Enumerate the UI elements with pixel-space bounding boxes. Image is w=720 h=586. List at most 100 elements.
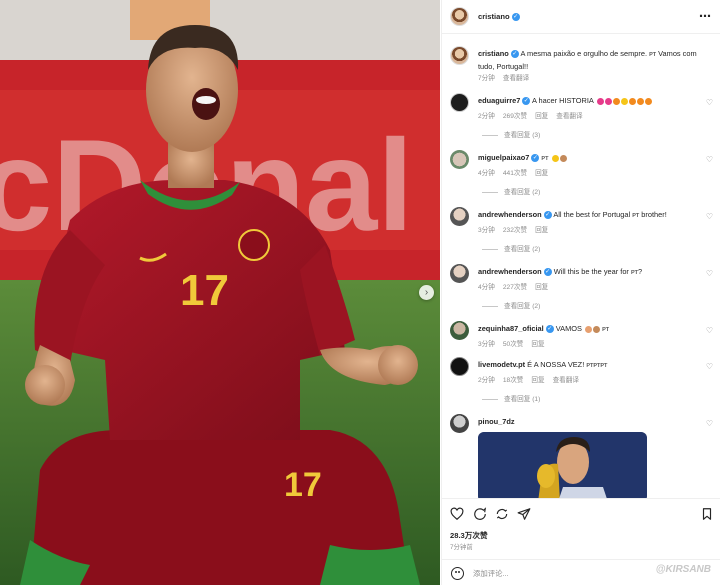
comment-time: 4分钟: [478, 170, 495, 177]
caption-username[interactable]: cristiano: [478, 49, 509, 58]
reply-button[interactable]: 回复: [531, 377, 544, 384]
next-image-button[interactable]: ›: [419, 285, 434, 300]
comment-likes[interactable]: 232次赞: [503, 227, 527, 234]
view-replies-button[interactable]: 查看回复 (2): [482, 186, 540, 196]
post-likes-count[interactable]: 28.3万次赞: [450, 530, 488, 541]
post-photo: cDonal 17 17: [0, 0, 440, 585]
post-actions-bar: 28.3万次赞 7分钟前 添加评论... @KIRSANB: [442, 498, 720, 585]
fire-emoji-icon: [644, 97, 652, 105]
post-side-panel: cristiano ✓ ⋯ cristiano ✓ A mesma paixão e…: [441, 0, 720, 585]
pray-emoji-icon: [559, 154, 567, 162]
comment-text: Will this be the year for: [553, 267, 629, 276]
comment-time: 3分钟: [478, 227, 495, 234]
commenter-avatar[interactable]: [450, 150, 469, 169]
commenter-username[interactable]: pinou_7dz: [478, 417, 515, 426]
verified-icon: ✓: [522, 97, 531, 106]
like-comment-icon[interactable]: ♡: [706, 98, 713, 107]
verified-icon: ✓: [510, 50, 519, 59]
comment-text: VAMOS: [555, 324, 582, 333]
see-translation-link[interactable]: 查看翻译: [553, 377, 579, 384]
comment-text: É A NOSSA VEZ!: [527, 360, 585, 369]
verified-icon: ✓: [543, 268, 552, 277]
comment-text: All the best for Portugal: [553, 210, 631, 219]
like-comment-icon[interactable]: ♡: [706, 362, 713, 371]
commenter-avatar[interactable]: [450, 414, 469, 433]
comment-time: 4分钟: [478, 284, 495, 291]
comment-likes[interactable]: 441次赞: [503, 170, 527, 177]
comment-time: 3分钟: [478, 341, 495, 348]
comment-likes[interactable]: 18次赞: [503, 377, 524, 384]
verified-icon: ✓: [511, 13, 520, 21]
caption-time: 7分钟: [478, 75, 495, 82]
verified-icon: ✓: [543, 211, 552, 220]
commenter-avatar[interactable]: [450, 207, 469, 226]
comment-text-2: brother!: [641, 210, 667, 219]
fire-emoji-icon: [612, 97, 620, 105]
commenter-avatar[interactable]: [450, 321, 469, 340]
portugal-flag-icon: PT: [632, 213, 640, 219]
commenter-username[interactable]: zequinha87_oficial: [478, 324, 544, 333]
commenter-username[interactable]: andrewhenderson: [478, 210, 542, 219]
emoji-icon[interactable]: [451, 567, 464, 580]
comment-time: 2分钟: [478, 377, 495, 384]
author-avatar[interactable]: [450, 46, 469, 65]
watermark-text: @KIRSANB: [655, 564, 711, 575]
send-icon[interactable]: [517, 507, 531, 521]
comments-list[interactable]: cristiano ✓ A mesma paixão e orgulho de s…: [442, 35, 720, 498]
muscle-emoji-icon: [585, 325, 592, 333]
commenter-username[interactable]: eduaguirre7: [478, 96, 520, 105]
post-timestamp: 7分钟前: [450, 544, 473, 551]
add-comment-bar: 添加评论... @KIRSANB: [442, 559, 720, 586]
author-username[interactable]: cristiano: [478, 12, 510, 21]
like-comment-icon[interactable]: ♡: [706, 419, 713, 428]
shorts-number: 17: [284, 466, 322, 504]
reply-button[interactable]: 回复: [535, 227, 548, 234]
reply-button[interactable]: 回复: [535, 113, 548, 120]
post-header: cristiano ✓ ⋯: [442, 0, 720, 34]
heart-eyes-emoji-icon: [551, 154, 559, 162]
verified-icon: ✓: [545, 325, 554, 334]
commenter-username[interactable]: miguelpaixao7: [478, 153, 529, 162]
pray-emoji-icon: [593, 325, 600, 333]
commenter-username[interactable]: andrewhenderson: [478, 267, 542, 276]
jersey-number: 17: [180, 266, 229, 315]
author-avatar[interactable]: [450, 7, 469, 26]
bookmark-icon[interactable]: [700, 507, 714, 521]
comment-icon[interactable]: [473, 507, 487, 521]
portugal-flag-icon: PT: [649, 52, 657, 58]
reply-button[interactable]: 回复: [531, 341, 544, 348]
heart-icon[interactable]: [450, 507, 464, 521]
like-comment-icon[interactable]: ♡: [706, 269, 713, 278]
like-comment-icon[interactable]: ♡: [706, 155, 713, 164]
more-options-icon[interactable]: ⋯: [699, 9, 711, 23]
caption-text: A mesma paixão e orgulho de sempre.: [520, 49, 648, 58]
reply-button[interactable]: 回复: [535, 170, 548, 177]
view-replies-button[interactable]: 查看回复 (3): [482, 129, 540, 139]
reply-button[interactable]: 回复: [535, 284, 548, 291]
comment-text: A hacer HISTORIA: [531, 96, 594, 105]
like-comment-icon[interactable]: ♡: [706, 212, 713, 221]
comment-likes[interactable]: 269次赞: [503, 113, 527, 120]
portugal-flag-icon: PT: [602, 327, 610, 333]
view-replies-button[interactable]: 查看回复 (2): [482, 243, 540, 253]
commenter-avatar[interactable]: [450, 357, 469, 376]
see-translation-link[interactable]: 查看翻译: [556, 113, 582, 120]
share-icon[interactable]: [495, 507, 509, 521]
comment-likes[interactable]: 227次赞: [503, 284, 527, 291]
comment-gif-image[interactable]: [478, 432, 647, 498]
comment-text-2: ?: [637, 267, 643, 276]
portugal-flag-icon: PT: [541, 156, 549, 162]
see-translation-link[interactable]: 查看翻译: [503, 75, 529, 82]
post-image[interactable]: cDonal 17 17: [0, 0, 440, 585]
fire-emoji-icon: [636, 97, 644, 105]
comment-likes[interactable]: 50次赞: [503, 341, 524, 348]
commenter-avatar[interactable]: [450, 264, 469, 283]
add-comment-input[interactable]: 添加评论...: [473, 568, 509, 579]
fire-emoji-icon: [628, 97, 636, 105]
view-replies-button[interactable]: 查看回复 (1): [482, 393, 540, 403]
commenter-avatar[interactable]: [450, 93, 469, 112]
like-comment-icon[interactable]: ♡: [706, 326, 713, 335]
commenter-username[interactable]: livemodetv.pt: [478, 360, 525, 369]
view-replies-button[interactable]: 查看回复 (2): [482, 300, 540, 310]
hands-emoji-icon: [620, 97, 628, 105]
